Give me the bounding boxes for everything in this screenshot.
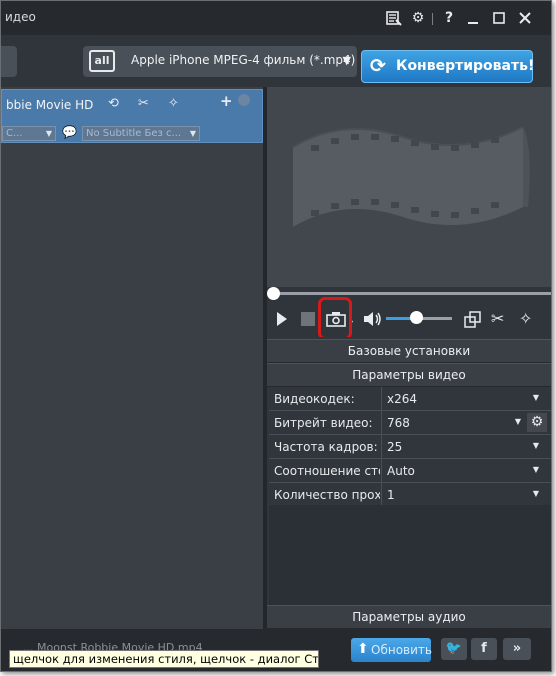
chevron-down-icon[interactable]: ▼ (533, 465, 539, 474)
volume-icon[interactable] (363, 311, 383, 330)
chevron-down-icon[interactable]: ▼ (533, 441, 539, 450)
settings-panel: Базовые установки Параметры видео Видеок… (267, 337, 551, 629)
maximize-icon[interactable] (491, 10, 507, 26)
tooltip: щелчок для изменения стиля, щелчок - диа… (9, 650, 319, 668)
setting-row-aspect: Соотношение стор Auto ▼ (269, 459, 551, 483)
update-label: Обновить (371, 643, 432, 657)
row-divider (381, 411, 382, 434)
bitrate-select[interactable]: 768 (387, 416, 410, 430)
codec-select[interactable]: x264 (387, 392, 417, 406)
setting-label: Частота кадров: (274, 440, 378, 454)
setting-row-codec: Видеокодек: x264 ▼ (269, 387, 551, 411)
file-item[interactable]: bbie Movie HD ⟲ ✂ ✧ + C... ▼ 💬 No Subtit… (1, 89, 263, 143)
twitter-icon[interactable]: 🐦 (441, 638, 467, 660)
settings-empty-area (269, 505, 551, 605)
pip-icon[interactable] (464, 311, 482, 332)
basic-settings-header[interactable]: Базовые установки (267, 339, 551, 363)
scissors-icon[interactable]: ✂ (491, 311, 504, 327)
window-title: идео (5, 10, 36, 24)
app-window: идео ⚙ ? all Apple iPhone MPEG-4 фильм (… (0, 0, 552, 672)
title-bar: идео ⚙ ? (1, 1, 551, 35)
menu-icon[interactable] (386, 10, 402, 26)
framerate-select[interactable]: 25 (387, 440, 402, 454)
seek-track (273, 292, 551, 295)
row-divider (381, 387, 382, 410)
row-divider (381, 435, 382, 458)
setting-row-framerate: Частота кадров: 25 ▼ (269, 435, 551, 459)
seek-handle[interactable] (267, 287, 280, 300)
subtitle-value: No Subtitle Без с... (86, 128, 182, 139)
video-preview (267, 87, 551, 287)
highlight-box (318, 297, 352, 340)
scissors-icon[interactable]: ✂ (138, 96, 149, 111)
gear-icon[interactable]: ⚙ (410, 10, 426, 26)
play-icon[interactable] (275, 311, 289, 330)
remove-icon[interactable] (238, 94, 250, 106)
minimize-icon[interactable] (465, 10, 481, 26)
add-file-button[interactable] (1, 46, 17, 77)
setting-label: Видеокодек: (274, 392, 355, 406)
refresh-icon: ⟳ (370, 55, 386, 77)
update-button[interactable]: ⬆ Обновить (351, 638, 432, 662)
row-divider (381, 459, 382, 482)
audio-track-value: C... (6, 128, 23, 139)
chevron-down-icon[interactable]: ▼ (533, 489, 539, 498)
film-reel-icon (292, 126, 530, 227)
main-toolbar: all Apple iPhone MPEG-4 фильм (*.mp4) ▼ … (1, 35, 551, 87)
convert-label: Конвертировать! (396, 58, 535, 74)
row-divider (381, 483, 382, 506)
tooltip-text: щелчок для изменения стиля, щелчок - диа… (13, 652, 319, 666)
setting-label: Количество проход (274, 488, 380, 502)
magic-wand-icon[interactable]: ✧ (519, 311, 532, 327)
passes-select[interactable]: 1 (387, 488, 395, 502)
seek-bar[interactable] (267, 287, 551, 301)
output-format-select[interactable]: all Apple iPhone MPEG-4 фильм (*.mp4) ▼ (83, 46, 357, 77)
upload-arrow-icon: ⬆ (357, 641, 369, 657)
add-icon[interactable]: + (220, 92, 233, 110)
aspect-select[interactable]: Auto (387, 464, 415, 478)
file-name: bbie Movie HD (6, 98, 94, 112)
chevron-down-icon[interactable]: ▼ (515, 417, 521, 426)
more-button[interactable]: » (503, 638, 531, 660)
setting-row-bitrate: Битрейт видео: 768 ▼ ⚙ (269, 411, 551, 435)
chevron-down-icon: ▼ (342, 54, 351, 67)
help-icon[interactable]: ? (441, 10, 457, 26)
player-controls: ▾ ✂ ✧ (267, 301, 551, 337)
output-format-label: Apple iPhone MPEG-4 фильм (*.mp4) (131, 53, 356, 67)
chevron-down-icon: ▼ (189, 129, 196, 138)
chevron-down-icon[interactable]: ▼ (533, 393, 539, 402)
file-list-panel: bbie Movie HD ⟲ ✂ ✧ + C... ▼ 💬 No Subtit… (1, 87, 263, 629)
chevron-down-icon: ▼ (45, 129, 52, 138)
audio-settings-header[interactable]: Параметры аудио (267, 605, 551, 629)
gear-icon[interactable]: ⚙ (527, 413, 547, 432)
stop-icon[interactable] (301, 312, 315, 329)
subtitle-icon: 💬 (62, 125, 77, 139)
audio-track-select[interactable]: C... ▼ (2, 126, 56, 141)
volume-handle[interactable] (410, 311, 423, 324)
setting-label: Битрейт видео: (274, 416, 373, 430)
title-divider (432, 13, 433, 25)
convert-button[interactable]: ⟳ Конвертировать! (361, 50, 535, 83)
setting-row-passes: Количество проход 1 ▼ (269, 483, 551, 507)
facebook-icon[interactable]: f (471, 638, 497, 660)
refresh-icon[interactable]: ⟲ (108, 96, 119, 111)
setting-label: Соотношение стор (274, 464, 380, 478)
video-settings-header[interactable]: Параметры видео (267, 363, 551, 387)
close-icon[interactable] (517, 10, 533, 26)
subtitle-select[interactable]: No Subtitle Без с... ▼ (82, 126, 200, 141)
magic-wand-icon[interactable]: ✧ (168, 96, 179, 111)
all-formats-icon: all (89, 50, 115, 72)
